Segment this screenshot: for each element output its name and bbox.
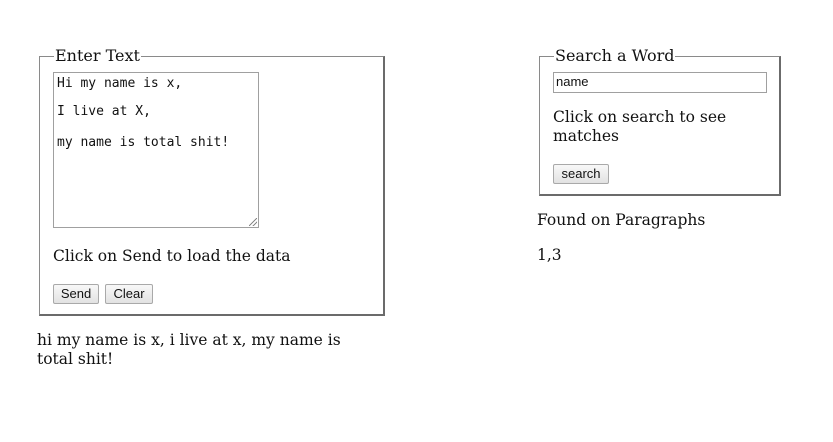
text-input-area[interactable]: Hi my name is x, I live at X, my name is… (53, 72, 259, 228)
results-heading: Found on Paragraphs (537, 211, 706, 229)
send-button[interactable]: Send (53, 284, 99, 304)
clear-button[interactable]: Clear (105, 284, 153, 304)
resize-handle-icon[interactable] (249, 218, 257, 226)
output-text: hi my name is x, i live at x, my name is… (37, 331, 341, 368)
search-legend: Search a Word (554, 46, 676, 65)
enter-text-legend: Enter Text (54, 46, 141, 65)
search-input[interactable]: name (553, 72, 767, 93)
results-value: 1,3 (537, 246, 562, 264)
textarea-line: Hi my name is x, (57, 76, 183, 91)
send-instruction: Click on Send to load the data (53, 247, 291, 265)
search-button[interactable]: search (553, 164, 609, 184)
search-instruction: Click on search to see matches (553, 108, 727, 145)
textarea-line: my name is total shit! (57, 135, 230, 150)
textarea-line: I live at X, (57, 104, 151, 119)
